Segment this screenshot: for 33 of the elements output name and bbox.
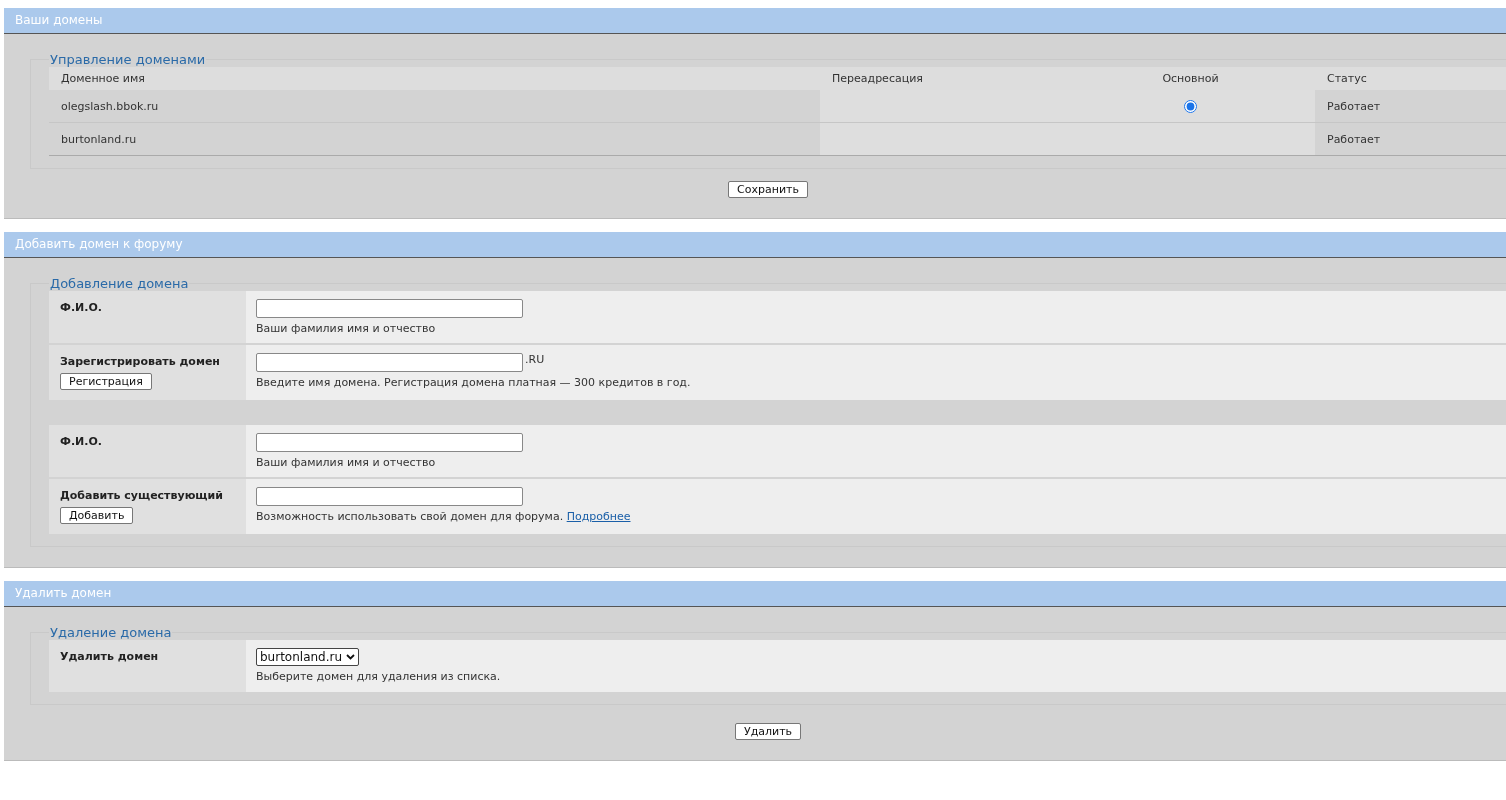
main-radio[interactable] bbox=[1184, 99, 1197, 113]
panel-header: Добавить домен к форуму bbox=[4, 232, 1506, 258]
hint-text: Выберите домен для удаления из списка. bbox=[256, 670, 502, 683]
chevron-down-icon bbox=[346, 654, 356, 660]
column-header: Основной bbox=[1066, 67, 1315, 90]
column-header: Переадресация bbox=[820, 67, 1066, 90]
action-button[interactable]: Регистрация bbox=[60, 373, 152, 390]
hint-text: Возможность использовать свой домен для форума. Подробнее bbox=[256, 510, 632, 523]
field-label: Добавить существующий bbox=[60, 489, 223, 502]
field-label: Ф.И.О. bbox=[60, 435, 102, 448]
submit-button[interactable]: Сохранить bbox=[728, 181, 808, 198]
input-field[interactable] bbox=[256, 487, 523, 506]
panel-header: Ваши домены bbox=[4, 8, 1506, 34]
input-field[interactable] bbox=[256, 433, 523, 452]
hint-text: Ваши фамилия имя и отчество bbox=[256, 322, 437, 335]
input-field[interactable] bbox=[256, 353, 523, 372]
field-label: Ф.И.О. bbox=[60, 301, 102, 314]
action-button[interactable]: Добавить bbox=[60, 507, 134, 524]
fieldset-legend: Добавление домена bbox=[49, 276, 190, 291]
column-header: Статус bbox=[1315, 67, 1506, 90]
column-header: Доменное имя bbox=[49, 67, 820, 90]
fieldset-legend: Управление доменами bbox=[49, 52, 207, 67]
panel-header: Удалить домен bbox=[4, 581, 1506, 607]
more-link[interactable]: Подробнее bbox=[566, 510, 631, 523]
submit-button[interactable]: Удалить bbox=[734, 723, 802, 740]
field-label: Зарегистрировать домен bbox=[60, 355, 220, 368]
fieldset-legend: Удаление домена bbox=[49, 625, 173, 640]
domain-select[interactable]: burtonland.ru bbox=[256, 648, 360, 666]
hint-text: Ваши фамилия имя и отчество bbox=[256, 456, 437, 469]
field-label: Удалить домен bbox=[60, 650, 159, 663]
hint-text: Введите имя домена. Регистрация домена платная — 300 кредитов в год. bbox=[256, 376, 692, 389]
domain-suffix: .RU bbox=[525, 353, 545, 366]
input-field[interactable] bbox=[256, 299, 523, 318]
